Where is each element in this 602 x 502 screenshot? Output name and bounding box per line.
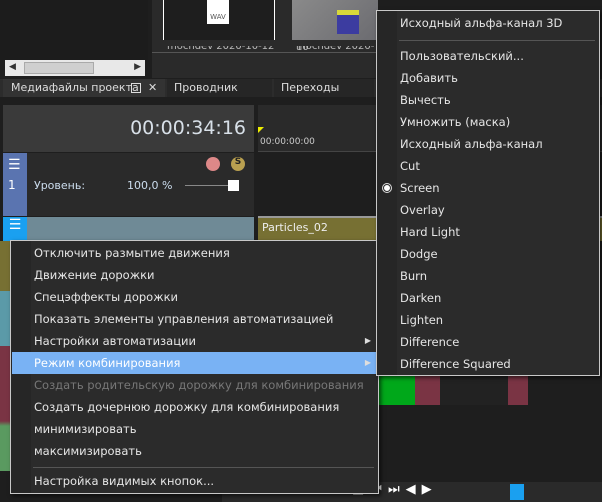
timecode: 00:00:34:16: [130, 117, 246, 139]
media-item-wav[interactable]: WAV: [163, 0, 275, 40]
mute-icon[interactable]: [206, 157, 220, 171]
media-bin: WAV mochdev 2020-10-12 mochdev 2020-10: [152, 0, 378, 78]
tab-explorer[interactable]: Проводник: [167, 79, 272, 97]
edit-tool-icon[interactable]: [510, 484, 524, 500]
clip-maroon[interactable]: [415, 376, 440, 405]
tab-label: Медиафайлы проекта: [11, 81, 139, 94]
menu-item-make-child-track[interactable]: Создать дочернюю дорожку для комбинирова…: [12, 396, 377, 418]
tab-transitions[interactable]: Переходы: [274, 79, 374, 97]
submenu-item-darken[interactable]: Darken: [378, 287, 598, 309]
menu-item-show-automation[interactable]: Показать элементы управления автоматизац…: [12, 308, 377, 330]
submenu-item-source-alpha-3d[interactable]: Исходный альфа-канал 3D: [378, 12, 598, 34]
scroll-left-icon[interactable]: ◀: [9, 62, 16, 72]
menu-item-label: Режим комбинирования: [34, 356, 181, 370]
horizontal-scrollbar[interactable]: ◀ ▶: [5, 60, 145, 76]
maximize-icon[interactable]: [131, 83, 141, 93]
track-1-header[interactable]: ☰ 1 S Уровень: 100,0 %: [3, 153, 254, 216]
level-value: 100,0 %: [127, 179, 173, 192]
track-2-header[interactable]: ☰: [3, 217, 254, 241]
track-number: 1: [8, 178, 16, 192]
menu-item-maximize[interactable]: максимизировать: [12, 440, 377, 462]
media-item-video-thumbnail[interactable]: [292, 0, 378, 40]
menu-item-minimize[interactable]: минимизировать: [12, 418, 377, 440]
scroll-thumb[interactable]: [24, 62, 94, 74]
submenu-item-difference-squared[interactable]: Difference Squared: [378, 353, 598, 375]
submenu-item-source-alpha[interactable]: Исходный альфа-канал: [378, 133, 598, 155]
menu-separator: [33, 467, 374, 468]
menu-item-automation-settings[interactable]: Настройки автоматизации ▶: [12, 330, 377, 352]
scroll-right-icon[interactable]: ▶: [134, 62, 141, 72]
radio-selected-icon: [382, 183, 392, 193]
submenu-item-lighten[interactable]: Lighten: [378, 309, 598, 331]
submenu-item-add[interactable]: Добавить: [378, 67, 598, 89]
submenu-item-screen[interactable]: Screen: [378, 177, 598, 199]
menu-item-compositing-mode[interactable]: Режим комбинирования ▶: [12, 352, 377, 374]
submenu-arrow-icon: ▶: [364, 336, 371, 345]
clip-green[interactable]: [378, 376, 415, 405]
track-1-strip: ☰ 1: [3, 153, 27, 216]
menu-item-label: Screen: [400, 181, 440, 195]
media-left-pane: [0, 0, 148, 60]
track-2-strip: ☰: [3, 217, 27, 241]
divider: [152, 52, 378, 53]
track-strips: [0, 241, 10, 471]
close-icon[interactable]: ✕: [148, 79, 157, 97]
time-display: 00:00:34:16: [3, 105, 254, 152]
track-menu-icon[interactable]: ☰: [8, 158, 21, 172]
menu-item-label: Настройки автоматизации: [34, 334, 196, 348]
wav-file-icon: WAV: [207, 0, 229, 24]
clip-maroon[interactable]: [508, 376, 528, 405]
solo-icon[interactable]: S: [231, 157, 245, 171]
ruler-start-label: 00:00:00:00: [260, 137, 315, 147]
submenu-item-cut[interactable]: Cut: [378, 155, 598, 177]
menu-separator: [399, 40, 595, 41]
level-label: Уровень:: [34, 179, 86, 192]
submenu-item-burn[interactable]: Burn: [378, 265, 598, 287]
menu-item-customize-buttons[interactable]: Настройка видимых кнопок...: [12, 470, 377, 492]
submenu-item-overlay[interactable]: Overlay: [378, 199, 598, 221]
compositing-mode-submenu: Исходный альфа-канал 3D Пользовательский…: [376, 10, 600, 376]
submenu-item-subtract[interactable]: Вычесть: [378, 89, 598, 111]
menu-item-track-fx[interactable]: Спецэффекты дорожки: [12, 286, 377, 308]
level-slider[interactable]: [185, 180, 239, 191]
menu-item-track-motion[interactable]: Движение дорожки: [12, 264, 377, 286]
playhead-marker[interactable]: [258, 127, 264, 133]
submenu-item-hard-light[interactable]: Hard Light: [378, 221, 598, 243]
slider-thumb[interactable]: [228, 180, 239, 191]
submenu-item-custom[interactable]: Пользовательский...: [378, 45, 598, 67]
submenu-item-difference[interactable]: Difference: [378, 331, 598, 353]
submenu-item-multiply[interactable]: Умножить (маска): [378, 111, 598, 133]
menu-item-disable-motion-blur[interactable]: Отключить размытие движения: [12, 242, 377, 264]
submenu-item-dodge[interactable]: Dodge: [378, 243, 598, 265]
submenu-arrow-icon: ▶: [364, 358, 371, 367]
car-image: [337, 10, 359, 34]
menu-item-make-parent-track: Создать родительскую дорожку для комбини…: [34, 378, 364, 392]
clip-dark: [440, 376, 508, 405]
tab-project-media[interactable]: Медиафайлы проекта ✕: [3, 79, 165, 97]
track-context-menu: Отключить размытие движения Движение дор…: [10, 240, 379, 494]
